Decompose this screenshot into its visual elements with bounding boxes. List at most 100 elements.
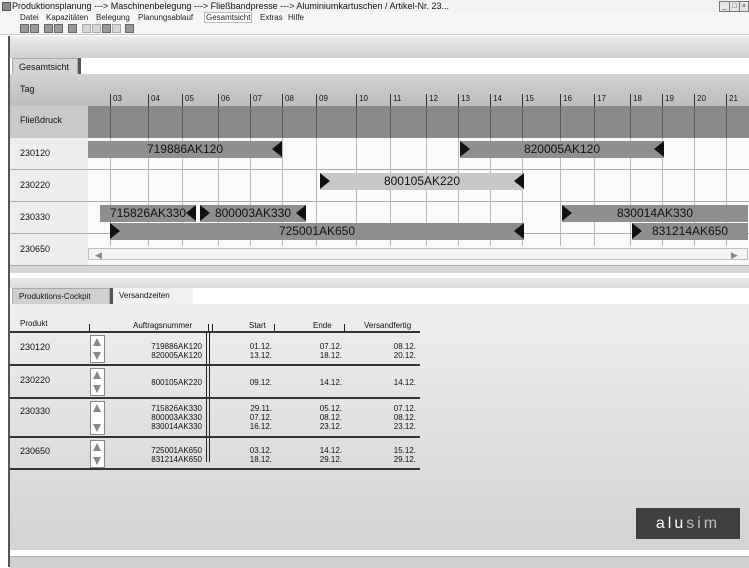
day-axis-label: Tag (20, 84, 35, 94)
day-tick-label: 16 (560, 94, 572, 106)
menu-planungsablauf[interactable]: Planungsablauf (138, 12, 193, 23)
cockpit-row-orders: 715826AK330 800003AK330 830014AK330 (151, 404, 202, 431)
day-tick-label: 07 (250, 94, 262, 106)
grid-line (560, 106, 561, 138)
paste-icon[interactable] (102, 24, 111, 33)
grid-line (218, 106, 219, 138)
order-bar[interactable]: 715826AK330 (100, 205, 196, 222)
day-tick-label: 04 (148, 94, 160, 106)
grid-line (522, 106, 523, 138)
row-stepper[interactable] (90, 401, 105, 435)
menu-belegung[interactable]: Belegung (96, 12, 130, 23)
order-bar[interactable]: 820005AK120 (460, 141, 664, 158)
menu-kapazitaeten[interactable]: Kapazitäten (46, 12, 88, 23)
down-icon[interactable] (93, 457, 101, 465)
bar-start-marker[interactable] (200, 205, 210, 221)
tab-versandzeiten[interactable]: Versandzeiten (113, 288, 193, 304)
row-stepper[interactable] (90, 368, 105, 396)
order-bar[interactable]: 800003AK330 (200, 205, 306, 222)
copy-icon[interactable] (92, 24, 101, 33)
day-tick-label: 11 (390, 94, 401, 106)
down-icon[interactable] (93, 385, 101, 393)
up-icon[interactable] (93, 404, 101, 412)
menu-gesamtsicht[interactable]: Gesamtsicht (204, 12, 253, 23)
bar-end-marker[interactable] (514, 223, 524, 239)
grid-line (182, 106, 183, 138)
undo-icon[interactable] (112, 24, 121, 33)
order-bar[interactable]: 725001AK650 (110, 223, 524, 240)
menu-extras[interactable]: Extras (260, 12, 283, 23)
row-stepper[interactable] (90, 335, 105, 363)
close-button[interactable]: × (739, 1, 749, 12)
cockpit-row-start: 03.12. 18.12. (249, 446, 272, 464)
day-tick-label: 12 (426, 94, 438, 106)
machine-timeline (88, 106, 749, 138)
up-icon[interactable] (93, 371, 101, 379)
day-tick-label: 13 (458, 94, 470, 106)
down-icon[interactable] (93, 424, 101, 432)
menu-hilfe[interactable]: Hilfe (288, 12, 304, 23)
bar-end-marker[interactable] (272, 141, 282, 157)
order-bar[interactable]: 719886AK120 (88, 141, 282, 158)
grid-line (630, 106, 631, 138)
bar-start-marker[interactable] (632, 223, 642, 239)
day-tick-label: 19 (662, 94, 674, 106)
bar-end-marker[interactable] (186, 205, 196, 221)
gantt-row-label: 230650 (20, 244, 51, 254)
order-bar[interactable]: 831214AK650 (632, 223, 748, 240)
grid-line (250, 106, 251, 138)
find-icon[interactable] (68, 24, 77, 33)
grid-line (458, 106, 459, 138)
tab-gesamtsicht[interactable]: Gesamtsicht (12, 58, 78, 74)
cockpit-row-orders: 725001AK650 831214AK650 (151, 446, 202, 464)
row-divider (10, 397, 420, 399)
grid-line (726, 106, 727, 138)
bar-start-marker[interactable] (562, 205, 572, 221)
bar-start-marker[interactable] (320, 173, 330, 189)
save-icon[interactable] (30, 24, 39, 33)
grid-line (594, 106, 595, 138)
cockpit-row-versand: 15.12. 29.12. (393, 446, 416, 464)
menu-datei[interactable]: Datei (20, 12, 39, 23)
print-icon[interactable] (44, 24, 53, 33)
day-tick-label: 08 (282, 94, 294, 106)
gantt-scrollbar[interactable] (88, 248, 748, 260)
order-bar[interactable]: 830014AK330 (562, 205, 748, 222)
grid-line (662, 106, 663, 138)
order-bar[interactable]: 800105AK220 (320, 173, 524, 190)
cockpit-row-ende: 14.12. 29.12. (319, 446, 342, 464)
tab-divider (78, 58, 81, 74)
day-tick-label: 21 (726, 94, 738, 106)
up-icon[interactable] (93, 443, 101, 451)
up-icon[interactable] (93, 338, 101, 346)
cockpit-row-orders: 719886AK120 820005AK120 (151, 342, 202, 360)
row-divider (10, 468, 420, 470)
bar-end-marker[interactable] (654, 141, 664, 157)
scroll-right-icon[interactable]: ▶ (731, 250, 738, 261)
cockpit-row-start: 01.12. 13.12. (249, 342, 272, 360)
cockpit-row-orders: 800105AK220 (151, 378, 202, 387)
bar-start-marker[interactable] (110, 223, 120, 239)
row-divider (10, 364, 420, 366)
day-tick-label: 18 (630, 94, 642, 106)
bar-end-marker[interactable] (514, 173, 524, 189)
row-stepper[interactable] (90, 440, 105, 468)
cut-icon[interactable] (82, 24, 91, 33)
scroll-left-icon[interactable]: ◀ (95, 250, 102, 261)
cockpit-row-versand: 08.12. 20.12. (393, 342, 416, 360)
tab-produktions-cockpit[interactable]: Produktions-Cockpit (12, 288, 110, 304)
new-icon[interactable] (20, 24, 29, 33)
grid-line (390, 106, 391, 138)
bar-end-marker[interactable] (296, 205, 306, 221)
preview-icon[interactable] (54, 24, 63, 33)
cockpit-row-ende: 14.12. (319, 378, 342, 387)
alusim-logo: alusim (636, 508, 740, 539)
column-header-produkt: Produkt (20, 319, 48, 328)
format-icon[interactable] (125, 24, 134, 33)
cockpit-row-product: 230330 (20, 406, 51, 416)
status-bar (10, 556, 749, 568)
down-icon[interactable] (93, 352, 101, 360)
bar-start-marker[interactable] (460, 141, 470, 157)
day-tick-label: 05 (182, 94, 194, 106)
cockpit-row-product: 230650 (20, 446, 51, 456)
